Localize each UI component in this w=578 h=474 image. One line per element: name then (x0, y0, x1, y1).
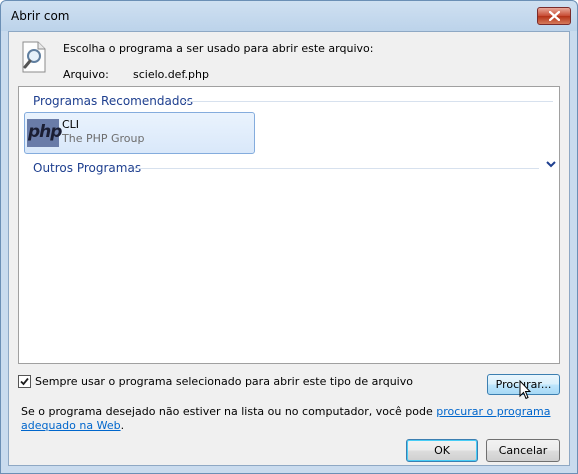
group-header-other[interactable]: Outros Programas (33, 161, 141, 175)
program-list[interactable]: Programas Recomendados php CLI The PHP G… (18, 86, 560, 364)
magnifier-document-icon (21, 41, 47, 73)
program-item-cli[interactable]: php CLI The PHP Group (24, 112, 255, 154)
program-name: CLI (62, 118, 80, 131)
ok-button[interactable]: OK (406, 439, 478, 462)
close-button[interactable] (537, 7, 571, 25)
help-text-prefix: Se o programa desejado não estiver na li… (21, 405, 437, 418)
always-use-label: Sempre usar o programa selecionado para … (35, 375, 413, 388)
dialog-body: Escolha o programa a ser usado para abri… (8, 31, 570, 466)
instruction-text: Escolha o programa a ser usado para abri… (63, 42, 374, 55)
file-name: scielo.def.php (133, 68, 209, 81)
help-text-suffix: . (120, 419, 125, 432)
file-label: Arquivo: (63, 68, 109, 81)
close-icon (549, 11, 560, 21)
window-title: Abrir com (11, 9, 70, 23)
help-text: Se o programa desejado não estiver na li… (21, 405, 561, 433)
group-header-recommended[interactable]: Programas Recomendados (33, 94, 193, 108)
program-publisher: The PHP Group (62, 132, 145, 145)
group-divider (183, 101, 553, 102)
always-use-checkbox[interactable] (18, 375, 31, 388)
php-icon: php (27, 119, 62, 147)
mouse-pointer-icon (519, 380, 531, 400)
title-bar[interactable]: Abrir com (1, 1, 577, 31)
cancel-button[interactable]: Cancelar (486, 439, 560, 462)
chevron-down-icon[interactable] (546, 160, 556, 168)
open-with-dialog: Abrir com Escolha o programa a ser usado… (0, 0, 578, 474)
checkmark-icon (20, 377, 29, 386)
group-divider (134, 168, 539, 169)
